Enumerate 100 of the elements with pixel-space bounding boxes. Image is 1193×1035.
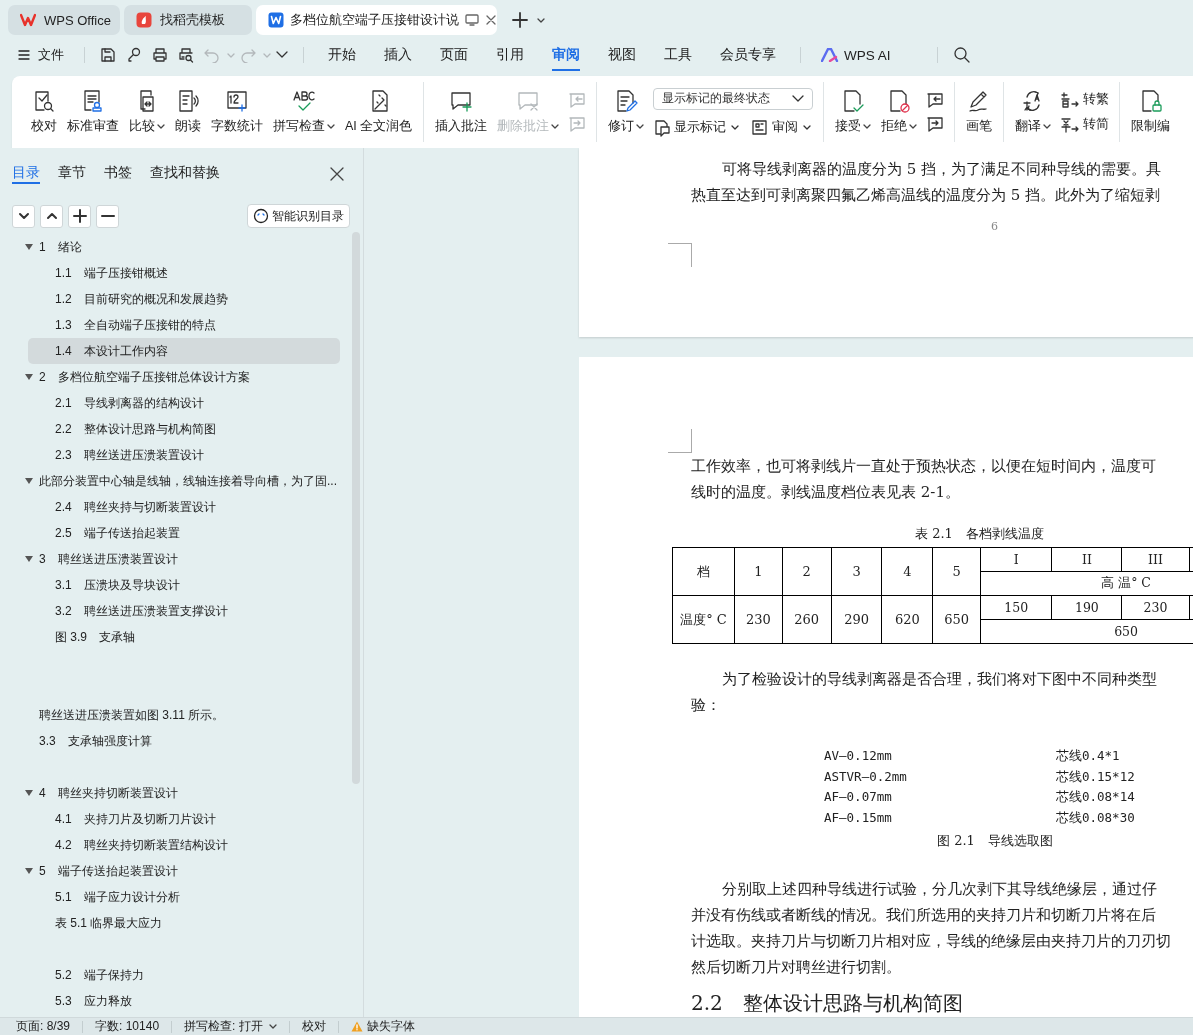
ribbon-tab[interactable]: 审阅	[552, 39, 580, 71]
ribbon-tab[interactable]: 视图	[608, 39, 636, 71]
ribbon-small-button[interactable]: 转繁	[1060, 91, 1110, 108]
table-cell: 3	[831, 547, 882, 596]
face-scan-icon	[253, 208, 269, 224]
comment-next-icon	[568, 116, 587, 132]
ribbon-small-button[interactable]: 转简	[1060, 116, 1110, 133]
w-logo-icon	[268, 12, 284, 28]
toc-item[interactable]: 1 绪论	[28, 234, 340, 260]
search-icon[interactable]	[952, 46, 971, 64]
toc-item[interactable]: 1.3 全自动端子压接钳的特点	[28, 312, 340, 338]
document-tab[interactable]: 多档位航空端子压接钳设计说	[256, 5, 497, 35]
toc-item[interactable]: 1.4 本设计工作内容	[28, 338, 340, 364]
ribbon-button[interactable]: 字数统计	[206, 83, 268, 141]
toc-item[interactable]: 2.5 端子传送抬起装置	[28, 520, 340, 546]
ribbon-tab[interactable]: 插入	[384, 39, 412, 71]
toc-item[interactable]: 3.3 支承轴强度计算	[28, 728, 340, 754]
remove-button[interactable]	[96, 204, 119, 228]
toc-item[interactable]: 此部分装置中心轴是线轴，线轴连接着导向槽，为了固...	[28, 468, 340, 494]
caret-icon	[263, 51, 271, 59]
caret-icon[interactable]	[537, 16, 545, 24]
toc-item[interactable]: 2.1 导线剥离器的结构设计	[28, 390, 340, 416]
ribbon-button[interactable]: 限制编	[1126, 83, 1176, 141]
body-text-line: 可将导线剥离器的温度分为 5 挡，为了满足不同种导线的需要。具	[721, 159, 1163, 180]
toc-item[interactable]: 表 5.1 临界最大应力	[28, 910, 340, 936]
ribbon-tab[interactable]: 页面	[440, 39, 468, 71]
ribbon-button[interactable]: AI 全文润色	[340, 83, 418, 141]
ribbon-button[interactable]: 标准审查	[62, 83, 124, 141]
figure-caption: 图 2.1 导线选取图	[936, 832, 1054, 850]
wps-logo-icon	[20, 13, 36, 27]
toc-item[interactable]: 5.2 端子保持力	[28, 962, 340, 988]
caret-icon	[803, 124, 812, 131]
markup-dropdown[interactable]: 显示标记的最终状态	[653, 87, 814, 110]
status-text: 字数: 10140	[95, 1018, 160, 1035]
plus-icon[interactable]	[509, 12, 531, 28]
status-warning-button[interactable]: 缺失字体	[350, 1018, 415, 1035]
file-menu-button[interactable]: 文件	[18, 46, 64, 64]
body-text-line: 线时的温度。剥线温度档位表见表 2-1。	[691, 482, 961, 503]
toc-item[interactable]: 2.3 聘丝送进压溃装置设计	[28, 442, 340, 468]
caret-icon	[551, 123, 560, 130]
caret-icon	[1043, 123, 1052, 130]
collapse-button[interactable]	[12, 204, 35, 228]
close-icon[interactable]	[330, 167, 344, 181]
document-tab[interactable]: WPS Office	[8, 5, 120, 35]
toc-item[interactable]: 4.2 聘丝夹持切断装置结构设计	[28, 832, 340, 858]
body-text-line: 为了检验设计的导线剥离器是否合理，我们将对下图中不同种类型	[721, 669, 1158, 690]
ribbon-tab[interactable]: 开始	[328, 39, 356, 71]
toc-item[interactable]: 3.2 聘丝送进压溃装置支撑设计	[28, 598, 340, 624]
ribbon-tab[interactable]: 会员专享	[720, 39, 776, 71]
ribbon-button[interactable]: 校对	[26, 83, 62, 141]
wps-ai-button[interactable]: WPS AI	[821, 47, 891, 63]
close-icon[interactable]	[485, 14, 497, 26]
toc-item[interactable]: 1.2 目前研究的概况和发展趋势	[28, 286, 340, 312]
toc-item[interactable]: 4 聘丝夹持切断装置设计	[28, 780, 340, 806]
toc-item[interactable]: 图 3.9 支承轴	[28, 624, 340, 650]
sidebar-tab[interactable]: 查找和替换	[150, 164, 220, 184]
toc-item[interactable]: 4.1 夹持刀片及切断刀片设计	[28, 806, 340, 832]
print-preview-icon[interactable]	[178, 47, 194, 63]
toc-item[interactable]: 2 多档位航空端子压接钳总体设计方案	[28, 364, 340, 390]
ribbon-button[interactable]: 插入批注	[430, 83, 493, 141]
toc-item[interactable]: 2.4 聘丝夹持与切断装置设计	[28, 494, 340, 520]
toc-item[interactable]: 2.2 整体设计思路与机构简图	[28, 416, 340, 442]
ribbon-button[interactable]: 朗读	[170, 83, 206, 141]
ribbon-button[interactable]: 接受	[830, 83, 877, 141]
ribbon-button[interactable]: 比较	[124, 83, 170, 141]
chevron-down-icon[interactable]	[276, 51, 288, 59]
sidebar-tab[interactable]: 书签	[104, 164, 132, 184]
toc-item[interactable]: 5 端子传送抬起装置设计	[28, 858, 340, 884]
status-dropdown[interactable]: 拼写检查: 打开	[184, 1018, 277, 1035]
save-icon[interactable]	[100, 47, 116, 63]
ribbon-button[interactable]: 拒绝	[876, 83, 923, 141]
ribbon-small-button[interactable]: 显示标记	[653, 118, 740, 137]
ribbon-small-button[interactable]	[926, 116, 945, 132]
toc-item[interactable]: 5.1 端子应力设计分析	[28, 884, 340, 910]
sidebar-tab[interactable]: 目录	[12, 164, 40, 184]
toc-item[interactable]: 3 聘丝送进压溃装置设计	[28, 546, 340, 572]
toc-item[interactable]: 5.3 应力释放	[28, 988, 340, 1014]
ribbon-tab[interactable]: 工具	[664, 39, 692, 71]
sidebar-tab[interactable]: 章节	[58, 164, 86, 184]
ribbon-button[interactable]: 翻译	[1010, 83, 1057, 141]
ribbon-tab[interactable]: 引用	[496, 39, 524, 71]
add-button[interactable]	[68, 204, 91, 228]
ribbon-small-button[interactable]: 审阅	[751, 118, 812, 137]
toc-item[interactable]: 1.1 端子压接钳概述	[28, 260, 340, 286]
core-label: 芯线0.4*1	[1056, 747, 1120, 765]
expand-button[interactable]	[40, 204, 63, 228]
print-icon[interactable]	[152, 47, 168, 63]
ribbon-button[interactable]: 画笔	[961, 83, 998, 141]
wire-label: AF—0.15mm	[824, 808, 893, 827]
toc-item[interactable]: 3.1 压溃块及导块设计	[28, 572, 340, 598]
ribbon-small-button[interactable]	[926, 92, 945, 108]
key-icon[interactable]	[126, 47, 142, 63]
ribbon-button[interactable]: 拼写检查	[268, 83, 340, 141]
toc-item[interactable]: 聘丝送进压溃装置如图 3.11 所示。	[28, 702, 340, 728]
ribbon-button[interactable]: 修订	[603, 83, 650, 141]
document-tab[interactable]: 找稻壳模板	[124, 5, 252, 35]
edit-document-icon	[614, 89, 639, 113]
smart-toc-button[interactable]: 智能识别目录	[247, 204, 350, 228]
body-text-line: 分别取上述四种导线进行试验，分几次剥下其导线绝缘层，通过仔	[721, 879, 1158, 900]
table-cell: 4	[882, 547, 933, 596]
